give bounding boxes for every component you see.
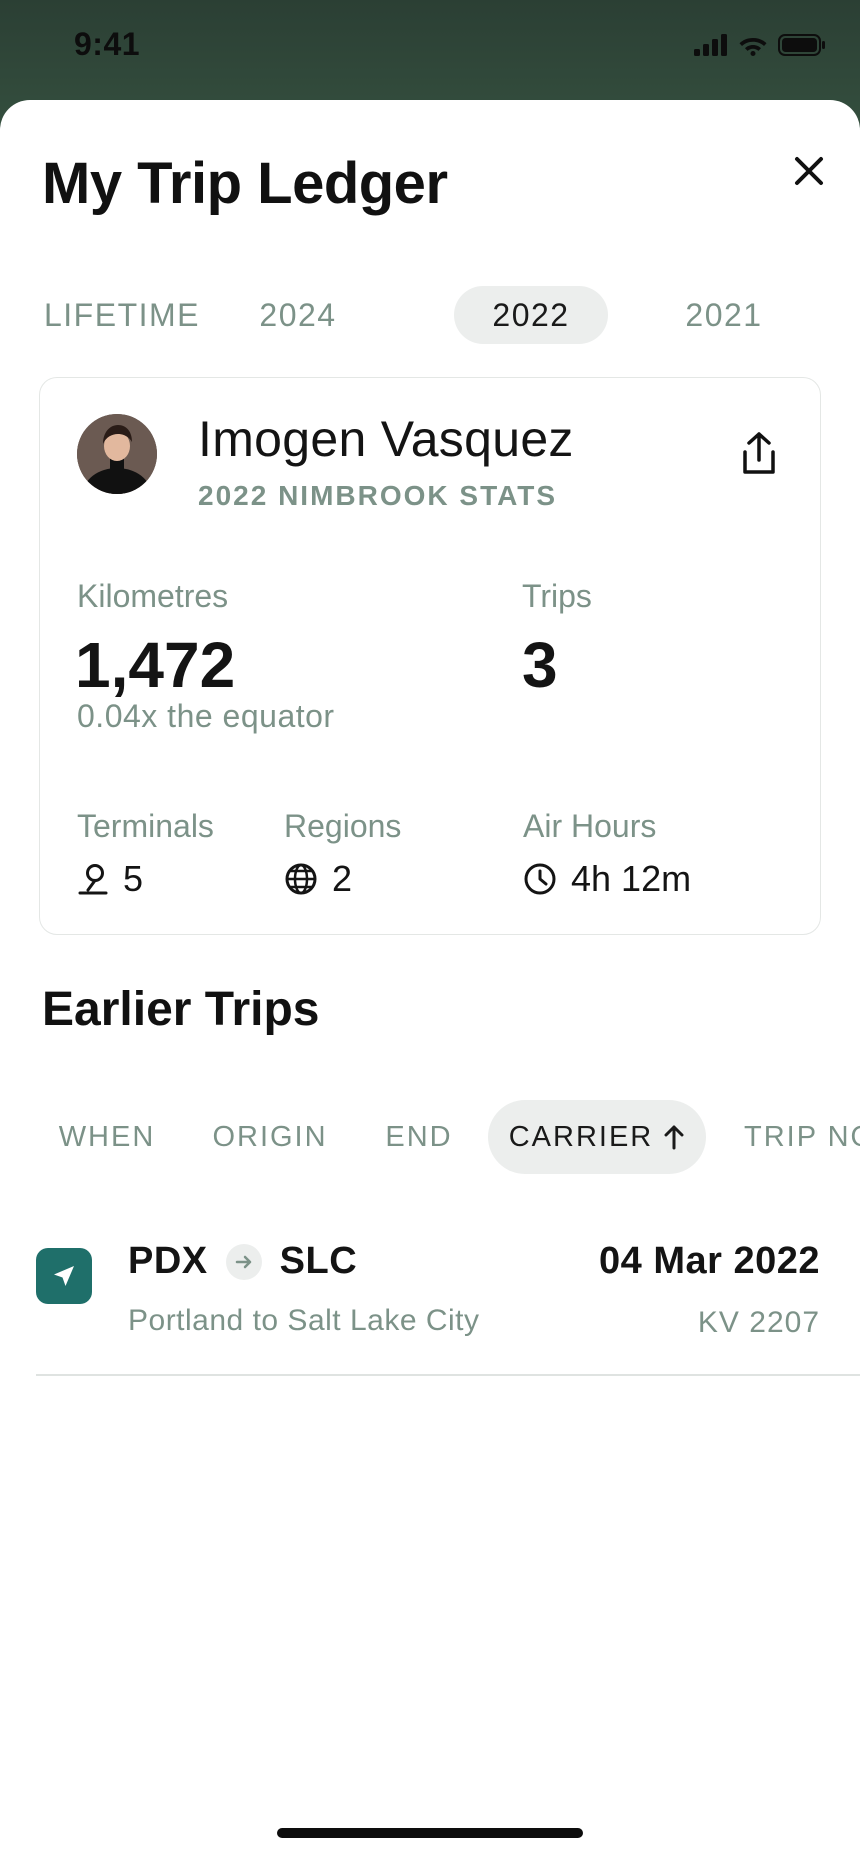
trip-date: 04 Mar 2022 [599, 1240, 820, 1282]
tab-label: 2021 [685, 296, 763, 333]
kilometres-label: Kilometres [77, 578, 229, 614]
sort-end[interactable]: END [366, 1100, 472, 1174]
terminals-label: Terminals [77, 808, 214, 844]
wifi-icon [739, 38, 767, 56]
tab-label: 2024 [259, 296, 337, 333]
stats-subtitle: 2022 NIMBROOK STATS [198, 480, 558, 511]
close-button[interactable] [784, 146, 834, 196]
map-pin-icon [78, 864, 108, 895]
trips-label: Trips [522, 578, 592, 614]
kilometres-value: 1,472 [75, 629, 236, 701]
kilometres-note: 0.04x the equator [77, 698, 335, 734]
trip-row[interactable]: PDX SLC Portland to Salt Lake City 04 Ma… [36, 1220, 860, 1376]
stats-card: Imogen Vasquez 2022 NIMBROOK STATS Kilom… [39, 377, 821, 935]
sort-label: CARRIER [508, 1120, 654, 1153]
trip-destination: SLC [279, 1240, 358, 1282]
terminals-stat: 5 [77, 858, 143, 900]
tab-lifetime[interactable]: LIFETIME [42, 286, 202, 344]
close-icon [795, 157, 823, 185]
clock-icon [524, 863, 556, 895]
navigation-arrow-icon [54, 1266, 74, 1286]
trip-route: PDX SLC [128, 1240, 357, 1283]
sort-trip-no[interactable]: TRIP NO [728, 1100, 860, 1174]
globe-icon [285, 863, 317, 895]
trip-cities: Portland to Salt Lake City [128, 1304, 480, 1337]
sort-when[interactable]: WHEN [40, 1100, 174, 1174]
regions-value: 2 [332, 858, 353, 899]
arrow-up-icon [664, 1125, 684, 1150]
battery-icon [778, 34, 825, 56]
sort-label: WHEN [58, 1120, 156, 1153]
sort-origin[interactable]: ORIGIN [200, 1100, 340, 1174]
avatar [77, 414, 157, 494]
divider [36, 1374, 860, 1376]
terminals-value: 5 [123, 858, 144, 899]
trip-number: KV 2207 [697, 1306, 820, 1339]
avatar-portrait [77, 414, 157, 494]
status-time: 9:41 [74, 26, 141, 62]
air-hours-label: Air Hours [523, 808, 657, 844]
sort-label: END [385, 1120, 453, 1153]
sort-bar: WHEN ORIGIN END CARRIER TRIP NO [0, 1100, 860, 1174]
regions-stat: 2 [284, 858, 352, 900]
user-name: Imogen Vasquez [198, 411, 574, 467]
tab-2024[interactable]: 2024 [228, 286, 368, 344]
air-hours-stat: 4h 12m [523, 858, 691, 900]
regions-label: Regions [284, 808, 402, 844]
tab-label: LIFETIME [43, 296, 200, 333]
page-title: My Trip Ledger [42, 151, 448, 216]
route-arrow-icon [225, 1243, 262, 1280]
trip-ledger-sheet: My Trip Ledger LIFETIME 2024 2022 2021 I… [0, 100, 860, 1864]
trips-value: 3 [522, 629, 558, 701]
sort-label: TRIP NO [744, 1120, 860, 1153]
status-bar: 9:41 [0, 0, 860, 96]
tab-label: 2022 [492, 296, 570, 333]
air-hours-value: 4h 12m [571, 858, 692, 899]
share-icon [743, 432, 775, 474]
home-indicator [277, 1828, 583, 1838]
tab-2021[interactable]: 2021 [654, 286, 794, 344]
tab-2022[interactable]: 2022 [454, 286, 608, 344]
year-tabs: LIFETIME 2024 2022 2021 [42, 286, 842, 344]
signal-icon [694, 34, 727, 56]
sort-carrier[interactable]: CARRIER [488, 1100, 706, 1174]
sort-label: ORIGIN [212, 1120, 328, 1153]
share-button[interactable] [737, 430, 781, 478]
trip-origin: PDX [128, 1240, 208, 1282]
status-icons [694, 34, 826, 56]
trip-type-icon [36, 1248, 92, 1304]
earlier-trips-title: Earlier Trips [42, 983, 320, 1036]
